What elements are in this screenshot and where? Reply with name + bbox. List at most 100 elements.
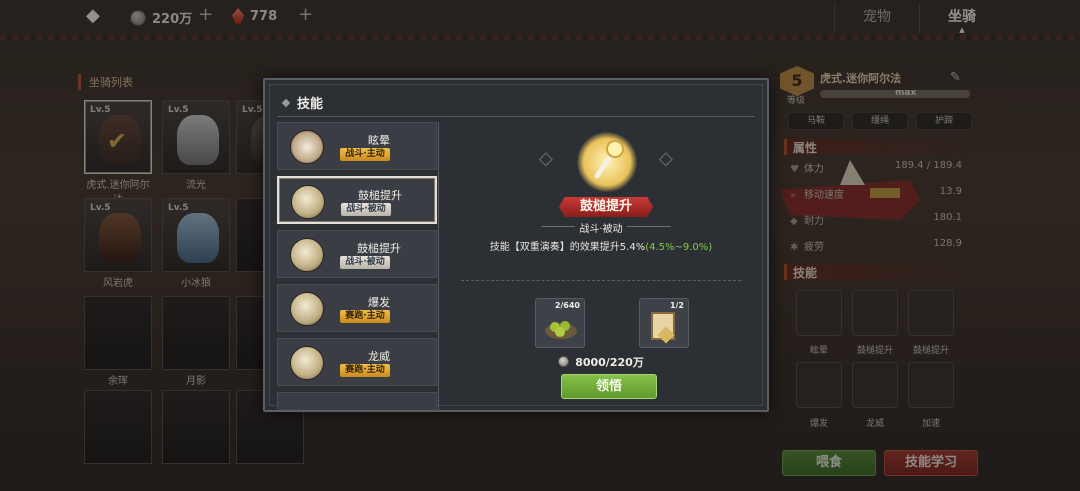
attr-value: 128.9 (933, 238, 962, 249)
diamond-bullet-icon (281, 98, 291, 108)
add-crystal-button[interactable]: + (298, 4, 313, 25)
skill-tag: 战斗·被动 (340, 256, 390, 269)
skill-slot-label: 鼓槌提升 (856, 346, 893, 356)
silver-coin-icon (130, 9, 146, 26)
material-count: 2/640 (554, 301, 580, 310)
skill-type: 战斗·被动 (443, 220, 759, 235)
ornament-left-icon: ◇ (539, 148, 553, 169)
skill-slot-drum[interactable] (908, 290, 954, 336)
skill-list-item[interactable]: 眩晕 战斗·主动 (277, 122, 437, 170)
mount-card-frame: Lv.5 (162, 198, 230, 272)
skill-slot-burst[interactable] (796, 362, 842, 408)
feed-button[interactable]: 喂食 (782, 450, 876, 476)
attributes-header: 属性 (784, 139, 976, 155)
mount-card[interactable]: Lv.5 ✔ 虎式.迷你阿尔法 (84, 96, 152, 206)
menu-logo-icon[interactable]: ◆ (86, 6, 106, 26)
skill-slot-label: 龙威 (865, 419, 884, 429)
attr-name: 疲劳 (804, 242, 824, 253)
modal-title: 技能 (281, 93, 324, 112)
crystal-amount: 778 (250, 8, 278, 24)
mount-level: Lv.5 (242, 105, 263, 115)
selected-mount-name: 虎式.迷你阿尔法 (820, 72, 902, 85)
dashed-divider (461, 280, 741, 281)
mount-card-frame: Lv.5 (162, 100, 230, 174)
skill-slot-label: 鼓槌提升 (912, 346, 949, 356)
mount-card[interactable]: 月影 (162, 292, 230, 387)
skill-list[interactable]: 眩晕 战斗·主动 鼓槌提升 战斗·被动 鼓槌提升 战斗·被动 爆发 赛跑·主动 … (277, 122, 439, 410)
skill-learn-button[interactable]: 技能学习 (884, 450, 978, 476)
desc-text: 技能【双重演奏】的效果提升5.4% (489, 242, 646, 253)
burst-skill-icon (290, 292, 324, 326)
selected-check-icon: ✔ (107, 127, 128, 155)
skill-list-item[interactable] (277, 392, 437, 410)
background-band (0, 34, 1080, 40)
mount-name: 小冰狼 (181, 278, 211, 289)
mount-card-frame (162, 390, 230, 464)
mount-card[interactable]: 余珲 (84, 292, 152, 387)
material-slot-fruit[interactable]: 2/640 (535, 298, 585, 348)
equip-saddle[interactable]: 马鞍 (788, 112, 844, 130)
attr-value: 13.9 (939, 186, 962, 197)
mount-card[interactable] (84, 386, 152, 480)
skill-slot-stun[interactable] (796, 290, 842, 336)
attr-value: 180.1 (933, 212, 962, 223)
skill-list-item[interactable]: 鼓槌提升 战斗·被动 (277, 230, 437, 278)
mount-level: Lv.5 (90, 203, 111, 213)
attr-name: 体力 (804, 164, 824, 175)
silver-amount: 220万 (152, 12, 193, 27)
skill-tag: 战斗·主动 (340, 148, 390, 161)
attr-row: ◆ 耐力 180.1 (790, 212, 962, 227)
comprehend-button[interactable]: 领悟 (561, 374, 657, 399)
skill-tag: 赛跑·主动 (340, 364, 390, 377)
mount-card[interactable] (162, 386, 230, 480)
mount-level: Lv.5 (168, 105, 189, 115)
attr-name: 移动速度 (804, 190, 844, 201)
silver-resource: 220万 (130, 8, 192, 27)
skill-slot-drum[interactable] (852, 290, 898, 336)
mount-portrait (99, 213, 141, 263)
silver-cost: 8000/220万 (443, 354, 759, 370)
skill-slot-dragon[interactable] (852, 362, 898, 408)
attr-row: ✱ 疲劳 128.9 (790, 238, 962, 253)
skill-name: 爆发 (368, 296, 390, 309)
skill-list-item[interactable]: 龙威 赛跑·主动 (277, 338, 437, 386)
material-slot-scroll[interactable]: 1/2 (639, 298, 689, 348)
skill-title-ribbon: 鼓槌提升 (559, 197, 653, 217)
equip-hoof[interactable]: 护蹄 (916, 112, 972, 130)
skill-modal: 技能 眩晕 战斗·主动 鼓槌提升 战斗·被动 鼓槌提升 战斗·被动 爆发 赛跑·… (263, 78, 769, 412)
skill-slot-label: 加速 (921, 419, 940, 429)
tab-pets[interactable]: 宠物 (834, 3, 919, 33)
skill-list-item[interactable]: 爆发 赛跑·主动 (277, 284, 437, 332)
edit-icon[interactable]: ✎ (950, 70, 961, 85)
cost-text: 8000/220万 (575, 356, 644, 369)
equip-reins[interactable]: 缰绳 (852, 112, 908, 130)
skill-type-text: 战斗·被动 (575, 224, 627, 235)
exp-max-label: max (895, 88, 917, 98)
tab-mounts[interactable]: 坐骑 (919, 3, 1004, 33)
mount-card-frame (84, 390, 152, 464)
drumstick-skill-icon (290, 238, 324, 272)
attr-name: 耐力 (804, 216, 824, 227)
skills-header: 技能 (784, 264, 976, 280)
skill-slot-label: 爆发 (809, 419, 828, 429)
skill-name: 龙威 (368, 350, 390, 363)
skill-tag: 战斗·被动 (341, 203, 391, 216)
mount-name: 月影 (186, 376, 206, 387)
attr-row: » 移动速度 13.9 (790, 186, 962, 201)
add-silver-button[interactable]: + (198, 4, 213, 25)
mount-card-frame (84, 296, 152, 370)
top-tabs: 宠物 坐骑 (834, 3, 1004, 33)
skill-description: 技能【双重演奏】的效果提升5.4%(4.5%~9.0%) (443, 238, 759, 253)
material-count: 1/2 (669, 301, 684, 310)
modal-title-text: 技能 (297, 97, 324, 112)
mount-card[interactable]: Lv.5 风岩虎 (84, 194, 152, 289)
mount-card[interactable]: Lv.5 流光 (162, 96, 230, 191)
drumstick-skill-icon (577, 132, 637, 192)
speed-icon: » (790, 190, 797, 201)
skill-detail: ◇ ◇ 鼓槌提升 战斗·被动 技能【双重演奏】的效果提升5.4%(4.5%~9.… (443, 122, 759, 410)
skill-slot-speed[interactable] (908, 362, 954, 408)
attr-value: 189.4 / 189.4 (895, 160, 962, 171)
skill-slot-label: 眩晕 (809, 346, 828, 356)
mount-card[interactable]: Lv.5 小冰狼 (162, 194, 230, 289)
skill-list-item[interactable]: 鼓槌提升 战斗·被动 (277, 176, 437, 224)
